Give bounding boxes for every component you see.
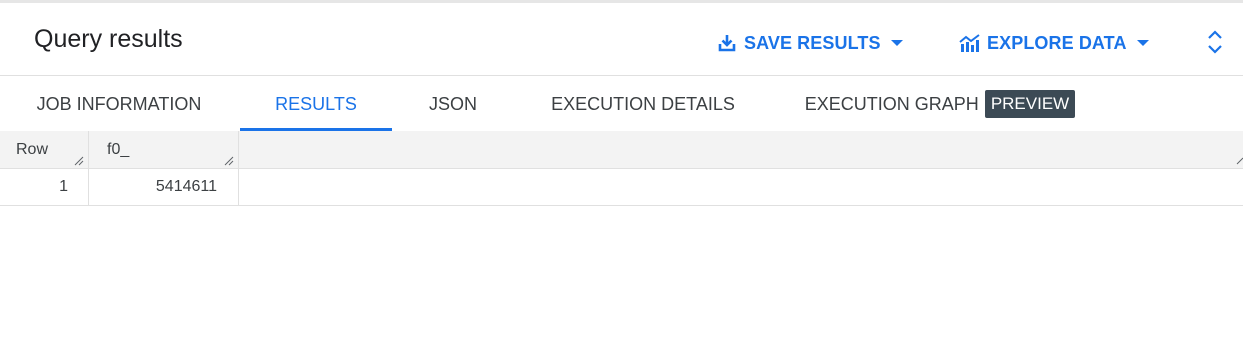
tab-execution-graph-label: EXECUTION GRAPH xyxy=(804,93,979,114)
resize-handle-icon[interactable] xyxy=(74,156,84,166)
save-results-button[interactable]: SAVE RESULTS xyxy=(716,28,903,58)
tab-execution-graph[interactable]: EXECUTION GRAPH PREVIEW xyxy=(790,77,1090,131)
download-icon xyxy=(716,32,738,54)
preview-badge: PREVIEW xyxy=(984,90,1076,118)
expand-collapse-button[interactable] xyxy=(1204,29,1226,59)
tab-execution-details[interactable]: EXECUTION DETAILS xyxy=(528,77,758,131)
page-title: Query results xyxy=(34,25,183,53)
column-header-label: Row xyxy=(16,141,49,158)
unfold-icon xyxy=(1207,29,1223,60)
tab-job-information[interactable]: JOB INFORMATION xyxy=(14,77,224,131)
explore-data-label: EXPLORE DATA xyxy=(987,32,1127,53)
resize-handle-icon[interactable] xyxy=(224,156,234,166)
chevron-down-icon xyxy=(1136,40,1149,46)
column-header-row[interactable]: Row xyxy=(0,131,89,168)
save-results-label: SAVE RESULTS xyxy=(744,32,881,53)
table-cell[interactable]: 5414611 xyxy=(89,169,239,205)
results-tabs: JOB INFORMATION RESULTS JSON EXECUTION D… xyxy=(0,77,1243,131)
row-number-cell: 1 xyxy=(0,169,89,205)
table-header: Row f0_ xyxy=(0,131,1243,169)
tab-results[interactable]: RESULTS xyxy=(240,77,392,131)
chevron-down-icon xyxy=(890,40,903,46)
column-header-f0[interactable]: f0_ xyxy=(89,131,239,168)
query-results-header: Query results SAVE RESULTS EXPLORE DATA xyxy=(0,3,1243,76)
table-row: 1 5414611 xyxy=(0,169,1243,206)
column-header-label: f0_ xyxy=(107,141,130,158)
resize-handle-icon[interactable] xyxy=(1236,155,1243,165)
explore-data-button[interactable]: EXPLORE DATA xyxy=(959,28,1149,58)
tab-json[interactable]: JSON xyxy=(410,77,496,131)
results-table: Row f0_ 1 5414611 xyxy=(0,131,1243,206)
chart-icon xyxy=(959,32,981,54)
